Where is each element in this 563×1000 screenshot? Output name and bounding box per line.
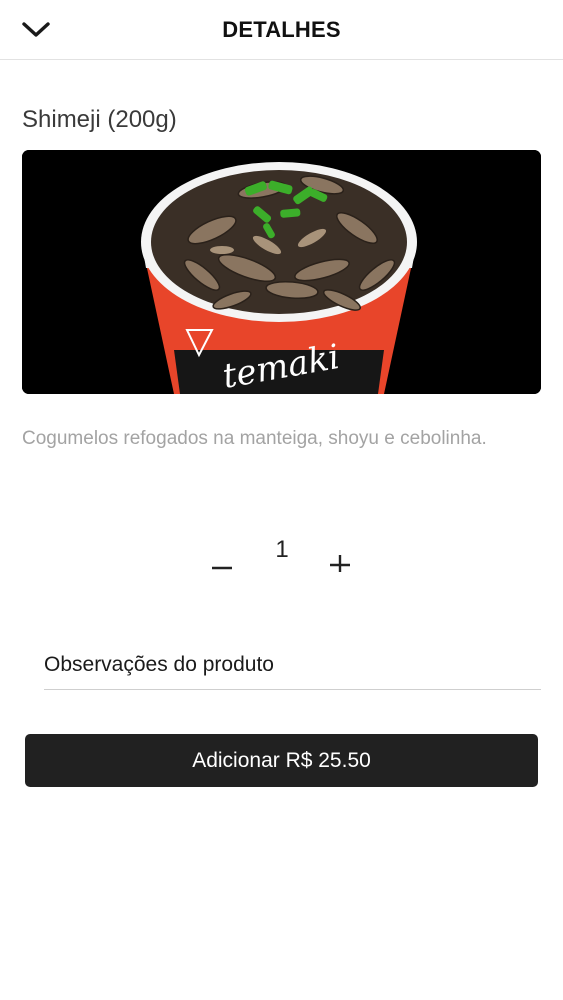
increase-quantity-button[interactable]	[320, 540, 360, 580]
product-name: Shimeji (200g)	[22, 106, 177, 133]
plus-icon	[330, 555, 350, 572]
decrease-quantity-button[interactable]	[202, 540, 242, 580]
product-notes-input[interactable]	[44, 640, 541, 690]
product-description: Cogumelos refogados na manteiga, shoyu e…	[22, 428, 487, 449]
minus-icon	[212, 566, 232, 570]
product-image: temaki	[22, 150, 541, 394]
quantity-value: 1	[275, 536, 289, 563]
header: DETALHES	[0, 0, 563, 60]
add-to-cart-button[interactable]: Adicionar R$ 25.50	[25, 734, 538, 787]
product-details-screen: DETALHES Shimeji (200g) temaki Cogumelos…	[0, 0, 563, 1000]
page-title: DETALHES	[222, 17, 341, 42]
